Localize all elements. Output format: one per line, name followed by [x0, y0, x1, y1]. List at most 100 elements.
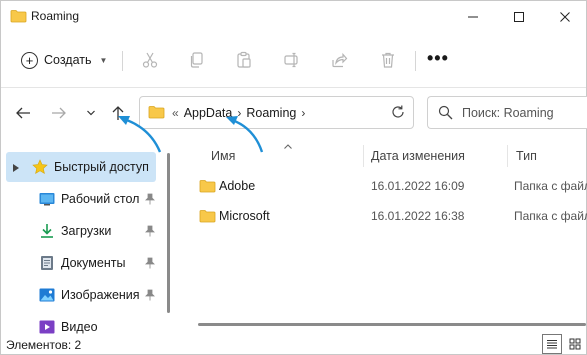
folder-icon: [199, 179, 216, 196]
star-icon: [32, 159, 48, 175]
rename-button[interactable]: [280, 49, 304, 71]
tiles-view-icon: [569, 338, 581, 350]
status-bar: Элементов: 2: [1, 334, 586, 355]
maximize-icon: [514, 12, 524, 22]
command-bar: + Создать ▼ •••: [1, 41, 586, 79]
desktop-icon: [39, 191, 55, 207]
navigation-pane: Быстрый доступ Рабочий стол Загрузки Док…: [1, 141, 179, 336]
rename-icon: [284, 52, 298, 68]
title-bar: Roaming: [1, 1, 586, 33]
minimize-button[interactable]: [450, 1, 496, 33]
column-header-date[interactable]: Дата изменения: [371, 149, 465, 163]
folder-icon: [199, 209, 216, 226]
toolbar-divider: [1, 87, 586, 88]
pin-icon[interactable]: [145, 257, 155, 272]
create-button[interactable]: + Создать ▼: [15, 45, 113, 75]
forward-button[interactable]: [48, 102, 70, 124]
file-row-adobe[interactable]: Adobe 16.01.2022 16:09 Папка с файлами: [179, 171, 587, 201]
file-date: 16.01.2022 16:09: [371, 179, 465, 193]
horizontal-scrollbar[interactable]: [198, 323, 586, 326]
sidebar-item-label: Рабочий стол: [61, 192, 140, 206]
tiles-view-button[interactable]: [565, 334, 585, 354]
folder-icon: [10, 9, 27, 26]
sidebar-item-label: Быстрый доступ: [54, 160, 149, 174]
chevron-down-icon: ▼: [99, 55, 108, 65]
paste-button[interactable]: [232, 49, 256, 71]
column-headers: Имя Дата изменения Тип: [179, 141, 587, 169]
sidebar-item-label: Изображения: [61, 288, 140, 302]
details-view-icon: [547, 340, 557, 349]
file-type: Папка с файлами: [514, 179, 587, 193]
search-icon: [438, 105, 453, 123]
sidebar-scrollbar[interactable]: [167, 153, 170, 313]
chevron-right-icon[interactable]: ›: [237, 106, 241, 120]
expand-caret-icon[interactable]: [12, 162, 20, 176]
file-row-microsoft[interactable]: Microsoft 16.01.2022 16:38 Папка с файла…: [179, 201, 587, 231]
arrow-right-icon: [52, 107, 66, 119]
sidebar-item-label: Загрузки: [61, 224, 112, 238]
sidebar-item-pictures[interactable]: Изображения: [1, 280, 163, 310]
chevron-down-icon: [87, 110, 95, 116]
breadcrumb-overflow[interactable]: «: [172, 106, 179, 120]
column-header-name[interactable]: Имя: [211, 149, 235, 163]
close-button[interactable]: [542, 1, 587, 33]
cut-icon: [142, 52, 158, 68]
breadcrumb-item-appdata[interactable]: AppData: [184, 106, 233, 120]
item-count: Элементов: 2: [6, 338, 82, 352]
download-icon: [39, 223, 55, 239]
breadcrumb-item-roaming[interactable]: Roaming: [246, 106, 296, 120]
chevron-right-icon[interactable]: ›: [301, 106, 305, 120]
delete-button[interactable]: [376, 49, 400, 71]
refresh-icon: [392, 105, 404, 118]
address-bar[interactable]: « AppData › Roaming ›: [139, 96, 414, 129]
refresh-button[interactable]: [390, 104, 406, 123]
create-label: Создать: [44, 53, 92, 67]
pin-icon[interactable]: [145, 193, 155, 208]
column-header-type[interactable]: Тип: [516, 149, 537, 163]
video-icon: [39, 319, 55, 335]
plus-icon: +: [21, 51, 38, 69]
recent-locations-button[interactable]: [80, 102, 102, 124]
toolbar-separator: [122, 51, 123, 71]
paste-icon: [237, 51, 251, 68]
more-options-button[interactable]: •••: [427, 49, 449, 67]
search-input[interactable]: Поиск: Roaming: [462, 106, 554, 120]
file-name: Microsoft: [219, 209, 270, 223]
share-icon: [332, 52, 348, 68]
details-view-button[interactable]: [542, 334, 562, 354]
pin-icon[interactable]: [145, 289, 155, 304]
share-button[interactable]: [327, 49, 351, 71]
file-name: Adobe: [219, 179, 256, 193]
sidebar-item-label: Видео: [61, 320, 98, 334]
pictures-icon: [39, 287, 55, 303]
window-title: Roaming: [31, 9, 80, 23]
file-date: 16.01.2022 16:38: [371, 209, 465, 223]
maximize-button[interactable]: [496, 1, 542, 33]
pin-icon[interactable]: [145, 225, 155, 240]
explorer-window: Roaming + Создать ▼ ••• « AppData › Roam…: [0, 0, 587, 355]
copy-button[interactable]: [185, 49, 209, 71]
back-button[interactable]: [12, 102, 34, 124]
documents-icon: [39, 255, 55, 271]
toolbar-separator: [415, 51, 416, 71]
sidebar-item-downloads[interactable]: Загрузки: [1, 216, 163, 246]
file-type: Папка с файлами: [514, 209, 587, 223]
cut-button[interactable]: [138, 49, 162, 71]
breadcrumb: « AppData › Roaming ›: [172, 106, 305, 120]
arrow-left-icon: [16, 107, 30, 119]
search-box[interactable]: Поиск: Roaming: [427, 96, 587, 129]
column-divider[interactable]: [507, 145, 508, 167]
sidebar-item-quick-access[interactable]: Быстрый доступ: [6, 152, 156, 182]
sidebar-item-documents[interactable]: Документы: [1, 248, 163, 278]
minimize-icon: [468, 16, 478, 18]
arrow-up-icon: [112, 106, 124, 120]
folder-icon: [148, 105, 165, 122]
up-button[interactable]: [107, 102, 129, 124]
delete-icon: [382, 52, 394, 68]
column-divider[interactable]: [363, 145, 364, 167]
sidebar-item-desktop[interactable]: Рабочий стол: [1, 184, 163, 214]
sort-ascending-icon: [283, 139, 293, 153]
sidebar-item-label: Документы: [61, 256, 126, 270]
close-icon: [560, 12, 570, 22]
copy-icon: [190, 52, 203, 68]
